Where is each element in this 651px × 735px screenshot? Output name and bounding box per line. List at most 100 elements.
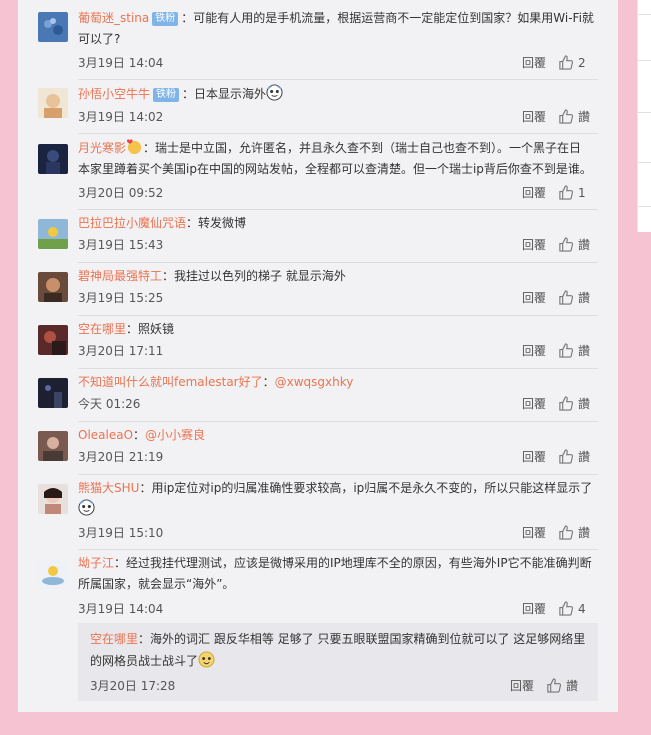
timestamp: 3月19日 15:43 bbox=[78, 238, 164, 252]
face-emoji-icon bbox=[198, 651, 215, 668]
like-button[interactable]: 1 bbox=[558, 184, 598, 202]
timestamp: 3月20日 17:11 bbox=[78, 344, 164, 358]
avatar[interactable] bbox=[38, 12, 68, 42]
comment-text: 月光寒影 ：瑞士是中立国，允许匿名，并且永久查不到（瑞士自己也查不到）。一个黑子在… bbox=[78, 138, 598, 159]
comment-meta: 3月19日 15:43 回覆 讚 bbox=[78, 236, 598, 254]
comment-meta: 3月20日 21:19 回覆 讚 bbox=[78, 448, 598, 466]
timestamp: 今天 01:26 bbox=[78, 397, 141, 411]
timestamp: 3月20日 17:28 bbox=[90, 679, 176, 693]
reply-button[interactable]: 回覆 bbox=[522, 600, 546, 618]
user-name-link[interactable]: 巴拉巴拉小魔仙咒语 bbox=[78, 216, 186, 230]
thumbs-up-icon bbox=[559, 55, 573, 70]
comment-meta: 今天 01:26 回覆 讚 bbox=[78, 395, 598, 413]
thumbs-up-icon bbox=[559, 525, 573, 540]
user-name-link[interactable]: 碧神局最强特工 bbox=[78, 269, 162, 283]
comment-meta: 3月19日 14:02 回覆 讚 bbox=[78, 108, 598, 126]
sub-reply-text: 空在哪里：海外的词汇 跟反华相等 足够了 只要五眼联盟国家精确到位就可以了 这足… bbox=[90, 632, 586, 646]
mention-link[interactable]: @小小赛良 bbox=[145, 428, 205, 442]
user-name-link[interactable]: 孙悟小空牛牛 bbox=[78, 87, 150, 101]
timestamp: 3月19日 15:25 bbox=[78, 291, 164, 305]
like-button[interactable]: 讚 bbox=[558, 236, 598, 254]
sub-reply-text-line2: 的网格员战士战斗了 bbox=[90, 651, 586, 672]
timestamp: 3月19日 14:04 bbox=[78, 602, 164, 616]
like-button[interactable]: 2 bbox=[558, 54, 598, 72]
sub-reply-meta: 3月20日 17:28 回覆 讚 bbox=[90, 677, 586, 695]
like-button[interactable]: 讚 bbox=[558, 448, 598, 466]
thumbs-up-icon bbox=[559, 396, 573, 411]
like-count: 讚 bbox=[578, 526, 591, 540]
user-name-link[interactable]: 坳子江 bbox=[78, 556, 114, 570]
avatar[interactable] bbox=[38, 325, 68, 355]
reply-button[interactable]: 回覆 bbox=[522, 236, 546, 254]
comment-text: 巴拉巴拉小魔仙咒语：转发微博 bbox=[78, 216, 247, 230]
reply-button[interactable]: 回覆 bbox=[522, 524, 546, 542]
like-button[interactable]: 讚 bbox=[558, 342, 598, 360]
like-button[interactable]: 讚 bbox=[558, 108, 598, 126]
comment-meta: 3月19日 14:04 回覆 2 bbox=[78, 54, 598, 72]
user-name-link[interactable]: 葡萄迷_stina bbox=[78, 11, 149, 25]
reply-button[interactable]: 回覆 bbox=[522, 54, 546, 72]
reply-button[interactable]: 回覆 bbox=[522, 395, 546, 413]
comment-text: 不知道叫什么就叫femalestar好了：@xwqsgxhky bbox=[78, 375, 354, 389]
like-count: 讚 bbox=[578, 344, 591, 358]
like-count: 讚 bbox=[578, 110, 591, 124]
mention-link[interactable]: @xwqsgxhky bbox=[275, 375, 354, 389]
user-name-link[interactable]: OlealeaO bbox=[78, 428, 133, 442]
comment-text: 碧神局最强特工：我挂过以色列的梯子 就显示海外 bbox=[78, 269, 346, 283]
thumbs-up-icon bbox=[547, 678, 561, 693]
avatar[interactable] bbox=[38, 144, 68, 174]
avatar[interactable] bbox=[38, 219, 68, 249]
comment-text: 孙悟小空牛牛 铁粉 ：日本显示海外 bbox=[78, 84, 598, 105]
reply-button[interactable]: 回覆 bbox=[522, 448, 546, 466]
thumbs-up-icon bbox=[559, 237, 573, 252]
timestamp: 3月19日 15:10 bbox=[78, 526, 164, 540]
comment-meta: 3月19日 15:25 回覆 讚 bbox=[78, 289, 598, 307]
avatar[interactable] bbox=[38, 272, 68, 302]
user-name-link[interactable]: 空在哪里 bbox=[90, 632, 138, 646]
reply-button[interactable]: 回覆 bbox=[522, 289, 546, 307]
fan-badge: 铁粉 bbox=[153, 88, 180, 102]
avatar[interactable] bbox=[38, 559, 68, 589]
user-name-link[interactable]: 不知道叫什么就叫femalestar好了 bbox=[78, 375, 263, 389]
avatar[interactable] bbox=[38, 431, 68, 461]
thumbs-up-icon bbox=[559, 109, 573, 124]
comment-text: 葡萄迷_stina 铁粉 ：可能有人用的是手机流量，根据运营商不一定能定位到国家？如… bbox=[78, 11, 594, 26]
avatar[interactable] bbox=[38, 88, 68, 118]
like-count: 讚 bbox=[578, 450, 591, 464]
like-count: 4 bbox=[578, 602, 586, 616]
timestamp: 3月19日 14:04 bbox=[78, 56, 164, 70]
comments-panel: 葡萄迷_stina 铁粉 ：可能有人用的是手机流量，根据运营商不一定能定位到国家？如… bbox=[18, 0, 618, 712]
reply-button[interactable]: 回覆 bbox=[522, 184, 546, 202]
timestamp: 3月20日 09:52 bbox=[78, 186, 164, 200]
like-count: 2 bbox=[578, 56, 586, 70]
timestamp: 3月20日 21:19 bbox=[78, 450, 164, 464]
user-name-link[interactable]: 熊猫大SHU bbox=[78, 481, 139, 495]
face-emoji-icon bbox=[78, 499, 95, 516]
comment-text: 空在哪里：照妖镜 bbox=[78, 322, 175, 336]
sub-reply: 空在哪里：海外的词汇 跟反华相等 足够了 只要五眼联盟国家精确到位就可以了 这足… bbox=[78, 623, 598, 701]
thumbs-up-icon bbox=[559, 449, 573, 464]
comment-text-line2: 可以了? bbox=[78, 32, 121, 46]
reply-button[interactable]: 回覆 bbox=[522, 108, 546, 126]
avatar[interactable] bbox=[38, 484, 68, 514]
user-name-link[interactable]: 月光寒影 bbox=[78, 141, 126, 155]
comment-text-line2: 所属国家，就会显示“海外”。 bbox=[78, 577, 235, 591]
comment-text: 熊猫大SHU：用ip定位对ip的归属准确性要求较高，ip归属不是永久不变的，所以… bbox=[78, 481, 593, 495]
like-button[interactable]: 讚 bbox=[546, 677, 586, 695]
timestamp: 3月19日 14:02 bbox=[78, 110, 164, 124]
like-button[interactable]: 讚 bbox=[558, 395, 598, 413]
reply-button[interactable]: 回覆 bbox=[510, 677, 534, 695]
like-button[interactable]: 讚 bbox=[558, 524, 598, 542]
reply-button[interactable]: 回覆 bbox=[522, 342, 546, 360]
side-card bbox=[637, 0, 651, 232]
comment-meta: 3月19日 15:10 回覆 讚 bbox=[78, 524, 598, 542]
avatar[interactable] bbox=[38, 378, 68, 408]
comment-text-line2: 本家里蹲着买个美国ip在中国的网站发帖，全程都可以查清楚。但一个瑞士ip背后你查… bbox=[78, 162, 592, 176]
like-button[interactable]: 4 bbox=[558, 600, 598, 618]
like-button[interactable]: 讚 bbox=[558, 289, 598, 307]
heart-emoji-icon bbox=[126, 139, 142, 155]
user-name-link[interactable]: 空在哪里 bbox=[78, 322, 126, 336]
thumbs-up-icon bbox=[559, 290, 573, 305]
comment-meta: 3月20日 17:11 回覆 讚 bbox=[78, 342, 598, 360]
thumbs-up-icon bbox=[559, 601, 573, 616]
